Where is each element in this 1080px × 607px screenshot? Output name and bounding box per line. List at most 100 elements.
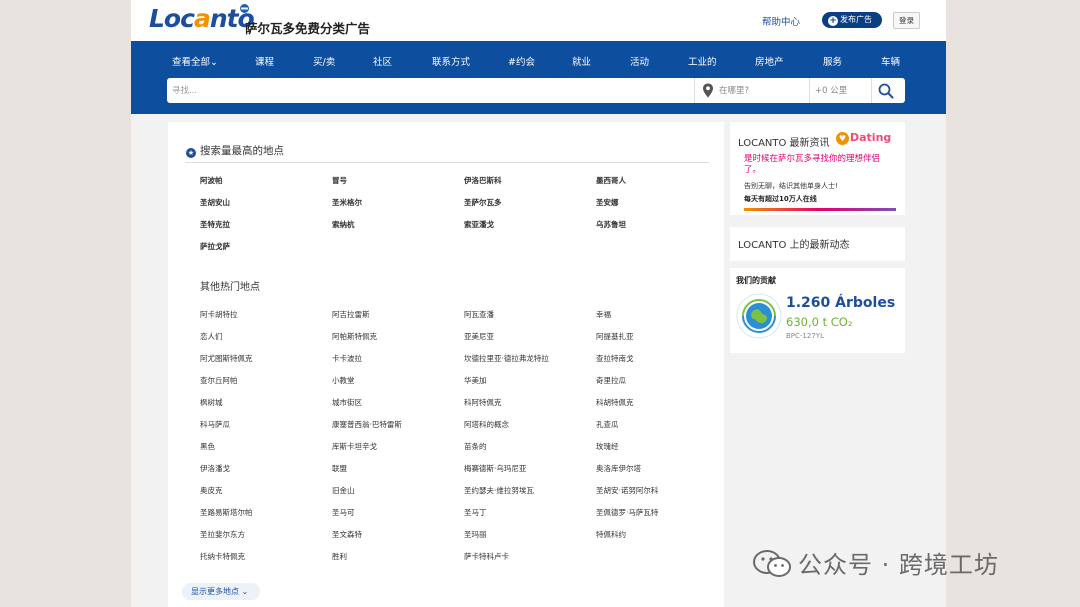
place-link[interactable]: 圣马可 (332, 507, 355, 518)
location-input[interactable]: 在哪里? (719, 84, 749, 96)
place-link[interactable]: 孔查瓜 (596, 419, 619, 430)
place-link[interactable]: 阿吉拉雷斯 (332, 309, 370, 320)
place-link[interactable]: 枫树城 (200, 397, 223, 408)
place-link[interactable]: 阿塔科的概念 (464, 419, 509, 430)
section-divider (185, 162, 709, 163)
place-link[interactable]: 库斯卡坦辛戈 (332, 441, 377, 452)
place-link[interactable]: 科马萨瓜 (200, 419, 230, 430)
certificate-code: BPC-127YL (786, 332, 824, 340)
latest-activity-card[interactable]: LOCANTO 上的最新动态 (730, 227, 905, 261)
nav-item-real-estate[interactable]: 房地产 (755, 54, 784, 68)
place-link[interactable]: 玫瑰经 (596, 441, 619, 452)
place-link[interactable]: 恋人们 (200, 331, 223, 342)
search-bar: 寻找... 在哪里? +0 公里 (167, 78, 905, 103)
place-link[interactable]: 特佩科约 (596, 529, 626, 540)
place-link[interactable]: 阿提基扎亚 (596, 331, 634, 342)
place-link[interactable]: 小教堂 (332, 375, 355, 386)
nav-item-jobs[interactable]: 就业 (572, 54, 591, 68)
dating-headline[interactable]: 是时候在萨尔瓦多寻找你的理想伴侣了。 (744, 154, 894, 176)
nav-item-community[interactable]: 社区 (373, 54, 392, 68)
login-button[interactable]: 登录 (893, 12, 920, 29)
other-places-title: 其他热门地点 (200, 282, 260, 293)
search-input[interactable]: 寻找... (172, 84, 197, 96)
nav-item-services[interactable]: 服务 (823, 54, 842, 68)
place-link[interactable]: 奇里拉瓜 (596, 375, 626, 386)
trees-count: 1.260 Árboles (786, 295, 896, 311)
place-link[interactable]: 圣胡安·诺努阿尔科 (596, 485, 658, 496)
place-link[interactable]: 圣佩德罗·马萨瓦特 (596, 507, 658, 518)
site-tagline: 萨尔瓦多免费分类广告 (245, 21, 371, 36)
place-link[interactable]: 旧金山 (332, 485, 355, 496)
place-link[interactable]: 梅赛德斯·乌玛尼亚 (464, 463, 526, 474)
place-link[interactable]: 奥皮克 (200, 485, 223, 496)
place-link[interactable]: 康塞普西翁·巴特雷斯 (332, 419, 402, 430)
popular-place-link[interactable]: 阿波帕 (200, 175, 223, 186)
search-divider (694, 78, 695, 103)
popular-place-link[interactable]: 伊洛巴斯科 (464, 175, 502, 186)
popular-place-link[interactable]: 圣米格尔 (332, 197, 362, 208)
location-pin-icon (703, 83, 713, 98)
place-link[interactable]: 黑色 (200, 441, 215, 452)
show-more-places-button[interactable]: 显示更多地点 ⌄ (182, 583, 260, 600)
place-link[interactable]: 圣拉斐尔东方 (200, 529, 245, 540)
popular-place-link[interactable]: 乌苏鲁坦 (596, 219, 626, 230)
place-link[interactable]: 科阿特佩克 (464, 397, 502, 408)
locanto-logo[interactable]: Locanto (149, 4, 255, 33)
place-link[interactable]: 查尔丘阿帕 (200, 375, 238, 386)
help-center-link[interactable]: 帮助中心 (762, 14, 800, 28)
nav-item-contacts[interactable]: 联系方式 (432, 54, 470, 68)
popular-place-link[interactable]: 冒号 (332, 175, 347, 186)
nav-item-all[interactable]: 查看全部⌄ (172, 54, 218, 68)
place-link[interactable]: 科胡特佩克 (596, 397, 634, 408)
news-title: LOCANTO 最新资讯 (738, 138, 830, 149)
place-link[interactable]: 胜利 (332, 551, 347, 562)
place-link[interactable]: 阿卡胡特拉 (200, 309, 238, 320)
popular-section-title: ★ 搜索量最高的地点 (186, 145, 284, 158)
place-link[interactable]: 萨卡特科卢卡 (464, 551, 509, 562)
place-link[interactable]: 圣文森特 (332, 529, 362, 540)
nav-item-events[interactable]: 活动 (630, 54, 649, 68)
popular-place-link[interactable]: 萨拉戈萨 (200, 241, 230, 252)
popular-place-link[interactable]: 索亚潘戈 (464, 219, 494, 230)
place-link[interactable]: 华美加 (464, 375, 487, 386)
top-bar: Locanto 萨尔瓦多免费分类广告 帮助中心 + 发布广告 登录 (131, 0, 946, 41)
place-link[interactable]: 阿尤图斯特佩克 (200, 353, 253, 364)
contribution-card: 我们的贡献 1.260 Árboles 630,0 t CO₂ BPC-127Y… (730, 268, 905, 353)
place-link[interactable]: 托纳卡特佩克 (200, 551, 245, 562)
search-icon[interactable] (877, 82, 895, 100)
place-link[interactable]: 圣约瑟夫·维拉努埃瓦 (464, 485, 534, 496)
nav-item-industrial[interactable]: 工业的 (688, 54, 717, 68)
popular-place-link[interactable]: 圣安娜 (596, 197, 619, 208)
post-ad-button[interactable]: + 发布广告 (822, 12, 882, 28)
place-link[interactable]: 阿帕斯特佩克 (332, 331, 377, 342)
popular-place-link[interactable]: 索纳杭 (332, 219, 355, 230)
place-link[interactable]: 幸福 (596, 309, 611, 320)
radius-select[interactable]: +0 公里 (815, 84, 847, 96)
place-link[interactable]: 苗条的 (464, 441, 487, 452)
nav-item-vehicles[interactable]: 车辆 (881, 54, 900, 68)
place-link[interactable]: 坎德拉里亚·德拉弗龙特拉 (464, 353, 549, 364)
radius-divider (809, 78, 810, 103)
popular-place-link[interactable]: 墨西哥人 (596, 175, 626, 186)
place-link[interactable]: 卡卡波拉 (332, 353, 362, 364)
place-link[interactable]: 亚美尼亚 (464, 331, 494, 342)
nav-item-dating[interactable]: #约会 (508, 54, 535, 68)
place-link[interactable]: 联盟 (332, 463, 347, 474)
popular-place-link[interactable]: 圣特克拉 (200, 219, 230, 230)
nav-item-courses[interactable]: 课程 (255, 54, 274, 68)
popular-place-link[interactable]: 圣胡安山 (200, 197, 230, 208)
place-link[interactable]: 圣玛丽 (464, 529, 487, 540)
el-salvador-flag-icon (240, 4, 249, 13)
place-link[interactable]: 城市街区 (332, 397, 362, 408)
popular-place-link[interactable]: 圣萨尔瓦多 (464, 197, 502, 208)
place-link[interactable]: 圣马丁 (464, 507, 487, 518)
co2-amount: 630,0 t CO₂ (786, 315, 853, 329)
locanto-news-card: LOCANTO 最新资讯 ♥ Dating 是时候在萨尔瓦多寻找你的理想伴侣了。 … (730, 122, 905, 215)
place-link[interactable]: 奥洛库伊尔塔 (596, 463, 641, 474)
place-link[interactable]: 查拉特南戈 (596, 353, 634, 364)
place-link[interactable]: 圣路易斯塔尔帕 (200, 507, 253, 518)
place-link[interactable]: 伊洛潘戈 (200, 463, 230, 474)
nav-item-buy-sell[interactable]: 买/卖 (313, 54, 335, 68)
place-link[interactable]: 阿瓦查潘 (464, 309, 494, 320)
dating-logo[interactable]: ♥ Dating (836, 131, 891, 145)
